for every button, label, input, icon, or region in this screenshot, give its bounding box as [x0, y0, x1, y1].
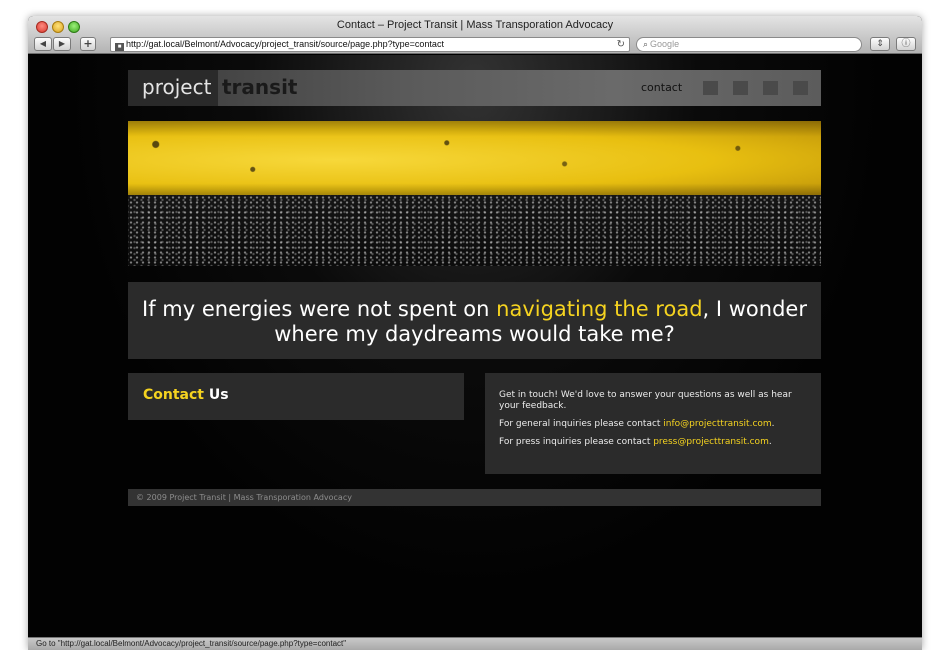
road-banner-image	[128, 121, 821, 266]
search-input[interactable]: ⌕ Google	[636, 37, 862, 52]
contact-intro: Get in touch! We'd love to answer your q…	[499, 390, 792, 411]
nav-square-4[interactable]	[793, 81, 808, 95]
asphalt-texture	[128, 195, 821, 266]
press-inquiries-line: For press inquiries please contact press…	[499, 437, 809, 448]
report-bug-button[interactable]: ⓘ	[896, 37, 916, 51]
contact-info-panel: Get in touch! We'd love to answer your q…	[485, 373, 821, 474]
address-bar[interactable]: ■ http://gat.local/Belmont/Advocacy/proje…	[110, 37, 630, 52]
logo-word-transit[interactable]: transit	[222, 70, 297, 106]
favicon-icon: ■	[115, 43, 124, 51]
site-header: project transit contact	[128, 70, 821, 106]
reload-icon[interactable]: ↻	[617, 38, 625, 51]
yellow-road-line	[128, 121, 821, 199]
logo-word-project[interactable]: project	[128, 70, 218, 106]
forward-arrow-icon: ▶	[58, 39, 66, 48]
nav-link-contact[interactable]: contact	[641, 81, 682, 94]
quote-banner: If my energies were not spent on navigat…	[128, 282, 821, 359]
bookmarks-button[interactable]: ⇕	[870, 37, 890, 51]
add-bookmark-button[interactable]: +	[80, 37, 96, 51]
search-placeholder: Google	[650, 39, 680, 49]
general-period: .	[771, 419, 775, 429]
plus-icon: +	[83, 37, 93, 50]
nav-square-2[interactable]	[733, 81, 748, 95]
bookmark-icon: ⇕	[876, 39, 884, 49]
window-title: Contact – Project Transit | Mass Transpo…	[336, 19, 614, 31]
site-footer: © 2009 Project Transit | Mass Transporat…	[128, 489, 821, 506]
back-button[interactable]: ◀	[34, 37, 52, 51]
nav-square-1[interactable]	[703, 81, 718, 95]
contact-heading-panel: Contact Us	[128, 373, 464, 420]
press-period: .	[768, 437, 772, 447]
alert-icon: ⓘ	[901, 39, 911, 49]
title-bar: Contact – Project Transit | Mass Transpo…	[28, 16, 922, 54]
status-bar: Go to "http://gat.local/Belmont/Advocacy…	[28, 637, 922, 650]
web-page: project transit contact If my energies w…	[28, 55, 922, 637]
press-email-link[interactable]: press@projecttransit.com	[653, 437, 769, 447]
search-icon: ⌕	[643, 39, 649, 49]
general-inquiries-text: For general inquiries please contact	[499, 419, 664, 429]
contact-heading-word2: Us	[208, 387, 229, 403]
forward-button[interactable]: ▶	[53, 37, 71, 51]
url-text: http://gat.local/Belmont/Advocacy/projec…	[126, 39, 444, 49]
nav-square-3[interactable]	[763, 81, 778, 95]
general-email-link[interactable]: info@projecttransit.com	[663, 419, 771, 429]
quote-text-start: If my energies were not spent on	[142, 297, 497, 321]
quote-highlight: navigating the road	[496, 297, 703, 321]
general-inquiries-line: For general inquiries please contact inf…	[499, 419, 809, 430]
press-inquiries-text: For press inquiries please contact	[499, 437, 654, 447]
back-arrow-icon: ◀	[39, 39, 47, 48]
browser-window: Contact – Project Transit | Mass Transpo…	[28, 16, 922, 650]
contact-heading-word1: Contact	[143, 387, 204, 403]
